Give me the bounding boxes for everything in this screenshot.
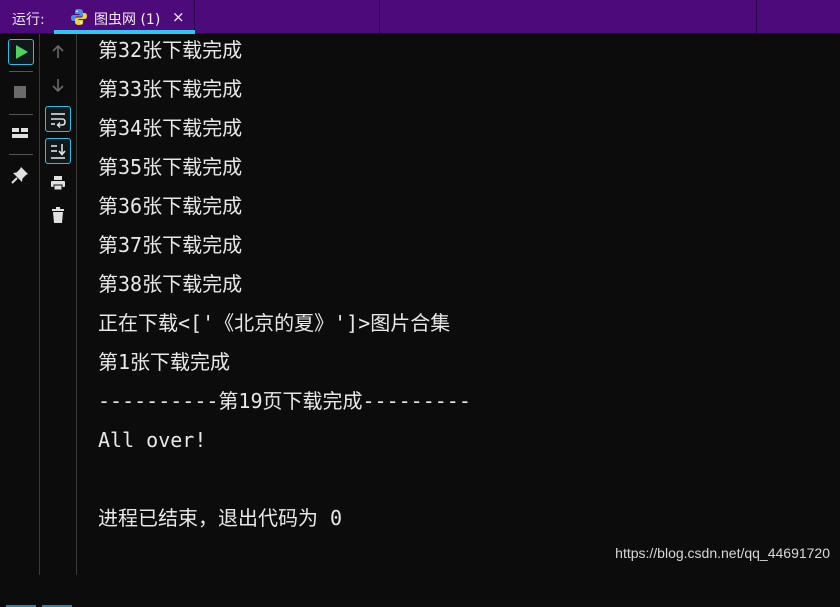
console-line: 第38张下载完成: [98, 272, 243, 296]
run-icon: [16, 45, 28, 59]
tab-title: 图虫网 (1): [94, 12, 161, 28]
header-divider: [756, 0, 757, 34]
console-line: 正在下载<['《北京的夏》']>图片合集: [98, 311, 451, 335]
console-line: ----------第19页下载完成---------: [98, 389, 471, 413]
console-toolbar: [40, 34, 77, 607]
watermark: https://blog.csdn.net/qq_44691720: [615, 545, 830, 561]
stop-button[interactable]: [8, 80, 34, 106]
trash-icon: [52, 207, 64, 223]
clear-all-button[interactable]: [46, 203, 72, 229]
print-button[interactable]: [46, 171, 72, 197]
next-occurrence-button[interactable]: [46, 73, 72, 99]
arrow-down-icon: [52, 79, 64, 93]
soft-wrap-button[interactable]: [45, 106, 71, 132]
pin-button[interactable]: [8, 163, 34, 189]
python-icon: [70, 8, 88, 26]
console-line: 第36张下载完成: [98, 194, 243, 218]
console-line: 第32张下载完成: [98, 38, 243, 62]
console-output[interactable]: 第32张下载完成 第33张下载完成 第34张下载完成 第35张下载完成 第36张…: [98, 35, 828, 542]
arrow-up-icon: [52, 44, 64, 58]
console-line: 第33张下载完成: [98, 77, 243, 101]
run-tab[interactable]: 图虫网 (1) ×: [54, 0, 195, 34]
left-toolbar: [0, 34, 40, 607]
print-icon: [51, 176, 65, 191]
console-line: 第37张下载完成: [98, 233, 243, 257]
scroll-to-end-icon: [51, 144, 66, 159]
console-line: 第34张下载完成: [98, 116, 243, 140]
run-button[interactable]: [8, 39, 34, 65]
soft-wrap-icon: [51, 113, 66, 128]
pin-icon: [11, 167, 28, 184]
run-tool-window-header: 运行: 图虫网 (1) ×: [0, 0, 840, 34]
console-line: All over!: [98, 428, 207, 452]
console-line: 第35张下载完成: [98, 155, 243, 179]
run-label: 运行:: [12, 12, 45, 28]
console-line: 第1张下载完成: [98, 350, 231, 374]
previous-occurrence-button[interactable]: [46, 40, 72, 66]
header-divider: [379, 0, 380, 34]
console-line: 进程已结束，退出代码为 0: [98, 506, 343, 530]
scroll-to-end-button[interactable]: [45, 138, 71, 164]
close-icon[interactable]: ×: [172, 8, 185, 26]
stop-icon: [14, 86, 26, 98]
layout-icon: [12, 128, 28, 138]
layout-button[interactable]: [8, 121, 34, 147]
